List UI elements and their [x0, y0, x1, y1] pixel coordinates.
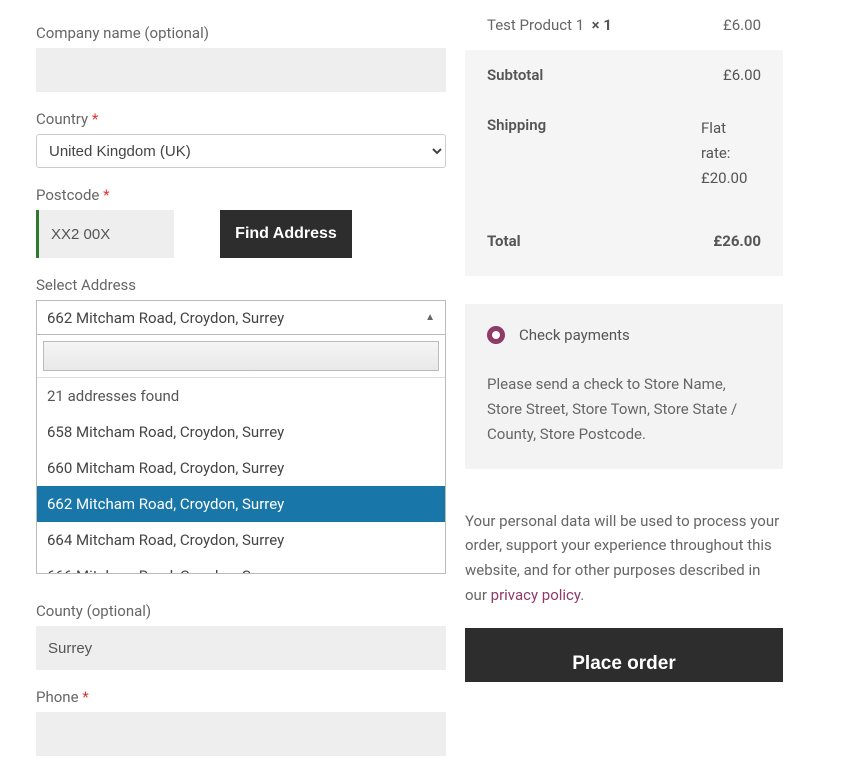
order-total-row: Total £26.00	[465, 206, 783, 276]
selected-address-value: 662 Mitcham Road, Croydon, Surrey	[47, 301, 284, 334]
order-summary: Test Product 1 × 1 £6.00 Subtotal £6.00 …	[465, 0, 783, 276]
privacy-policy-link[interactable]: privacy policy	[491, 586, 581, 604]
payment-method-box: Check payments Please send a check to St…	[465, 304, 783, 468]
phone-input[interactable]	[36, 712, 446, 756]
address-option[interactable]: 664 Mitcham Road, Croydon, Surrey	[37, 522, 445, 558]
address-option-selected[interactable]: 662 Mitcham Road, Croydon, Surrey	[37, 486, 445, 522]
product-name: Test Product 1 × 1	[487, 16, 612, 34]
address-option[interactable]: 658 Mitcham Road, Croydon, Surrey	[37, 414, 445, 450]
postcode-input[interactable]	[36, 210, 174, 258]
county-label: County (optional)	[36, 602, 445, 620]
chevron-up-icon: ▲	[425, 301, 435, 334]
product-price: £6.00	[723, 16, 761, 34]
company-label: Company name (optional)	[36, 24, 445, 42]
address-found-header: 21 addresses found	[37, 378, 445, 414]
radio-selected-icon	[487, 326, 505, 344]
find-address-button[interactable]: Find Address	[220, 210, 352, 258]
country-label: Country *	[36, 110, 445, 128]
subtotal-value: £6.00	[723, 66, 761, 84]
order-subtotal-row: Subtotal £6.00	[465, 50, 783, 100]
order-shipping-row: Shipping Flat rate: £20.00	[465, 100, 783, 206]
country-select[interactable]: United Kingdom (UK)	[36, 134, 446, 168]
county-input[interactable]	[36, 626, 446, 670]
privacy-text: Your personal data will be used to proce…	[465, 509, 783, 608]
total-value: £26.00	[713, 232, 761, 250]
shipping-label: Shipping	[487, 116, 546, 134]
address-option[interactable]: 666 Mitcham Road, Croydon, Surrey	[37, 558, 445, 573]
total-label: Total	[487, 232, 521, 250]
address-search-input[interactable]	[43, 341, 439, 371]
payment-method-label: Check payments	[519, 326, 630, 344]
subtotal-label: Subtotal	[487, 66, 543, 84]
place-order-button[interactable]: Place order	[465, 628, 783, 682]
payment-description: Please send a check to Store Name, Store…	[487, 372, 761, 446]
shipping-value: Flat rate: £20.00	[701, 116, 761, 190]
phone-label: Phone *	[36, 688, 445, 706]
payment-radio-check[interactable]: Check payments	[487, 326, 761, 344]
company-input[interactable]	[36, 48, 446, 92]
address-option[interactable]: 660 Mitcham Road, Croydon, Surrey	[37, 450, 445, 486]
address-dropdown[interactable]: 662 Mitcham Road, Croydon, Surrey ▲ 21 a…	[36, 300, 446, 574]
select-address-label: Select Address	[36, 276, 445, 294]
address-list[interactable]: 21 addresses found 658 Mitcham Road, Cro…	[37, 378, 445, 573]
order-product-row: Test Product 1 × 1 £6.00	[465, 0, 783, 50]
postcode-label: Postcode *	[36, 186, 445, 204]
